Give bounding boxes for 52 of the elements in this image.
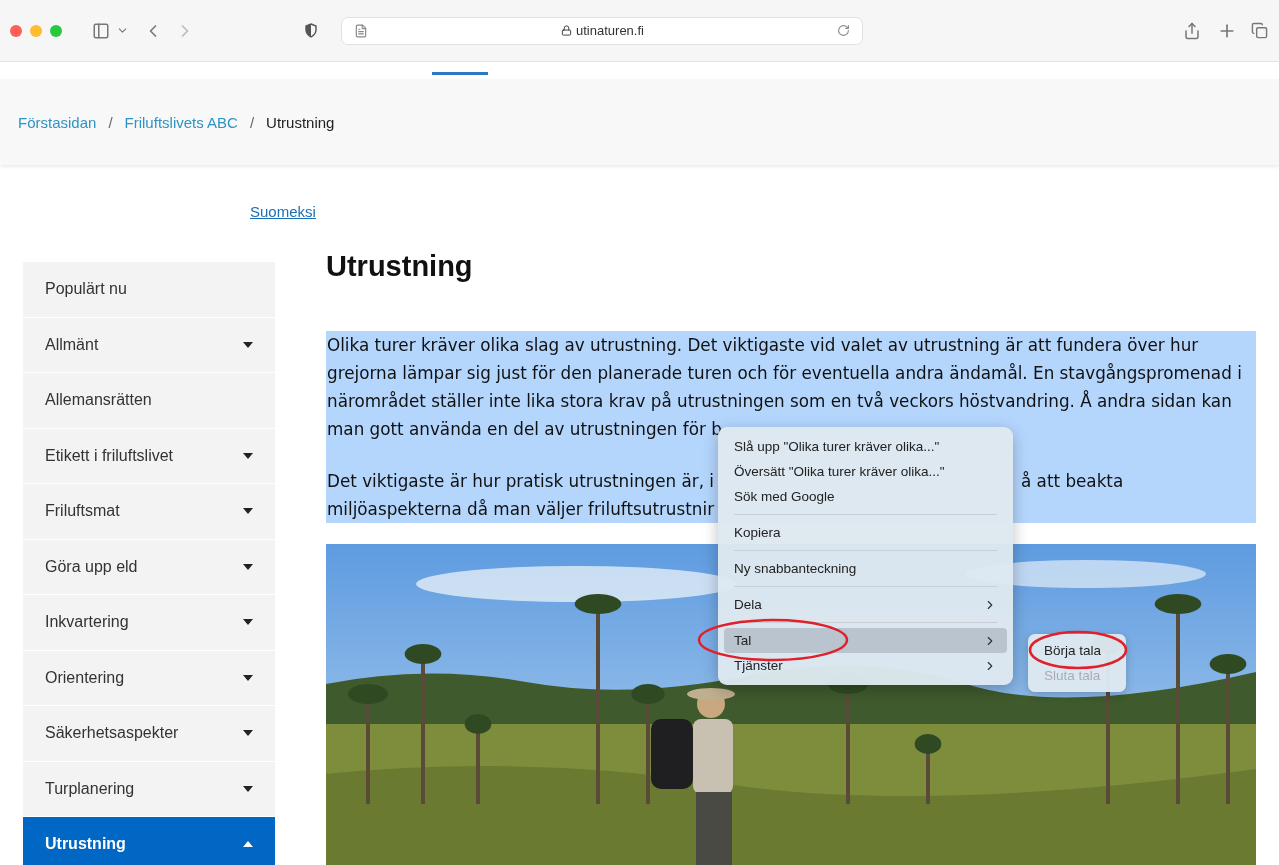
menu-item[interactable]: Översätt "Olika turer kräver olika..." [724,459,1007,484]
reload-icon[interactable] [837,24,850,37]
menu-item[interactable]: Tjänster [724,653,1007,678]
caret-down-icon [243,508,253,515]
sidebar-item[interactable]: Populärt nu [23,262,275,317]
sidebar-item[interactable]: Friluftsmat [23,484,275,539]
menu-item[interactable]: Dela [724,592,1007,617]
paragraph-text: å att beakta [1021,471,1124,491]
sidebar-item[interactable]: Allmänt [23,317,275,372]
caret-down-icon [243,785,253,792]
sidebar-icon[interactable] [92,21,110,40]
caret-down-icon [243,452,253,459]
menu-item[interactable]: Slå upp "Olika turer kräver olika..." [724,434,1007,459]
url-text: utinaturen.fi [576,23,644,38]
paragraph-text: grejorna lämpar sig just för den planerade turen och för eventuella andra ändamål. En stavgångspromenad i [327,363,1242,383]
paragraph-text: närområdet ställer inte lika stora krav på utrustningen som en två veckors höstvandring. Å andra sidan kan [327,391,1232,411]
tabs-icon[interactable] [1251,22,1268,39]
page-title: Utrustning [326,249,474,284]
menu-item[interactable]: Ny snabbanteckning [724,556,1007,581]
sidebar-item[interactable]: Utrustning [23,817,275,865]
menu-item[interactable]: Sök med Google [724,484,1007,509]
menu-item[interactable]: Kopiera [724,520,1007,545]
shield-icon[interactable] [305,23,317,38]
caret-down-icon [243,674,253,681]
sidebar-item[interactable]: Inkvartering [23,595,275,650]
sidebar-item[interactable]: Orientering [23,650,275,705]
sidebar-item[interactable]: Säkerhetsaspekter [23,706,275,761]
paragraph-text: Det viktigaste är hur pratisk utrustningen är, i [327,471,714,491]
active-nav-indicator [432,72,488,75]
breadcrumb-separator: / [249,113,255,131]
sidebar-item[interactable]: Turplanering [23,761,275,816]
address-bar[interactable]: utinaturen.fi [341,16,863,45]
reader-icon[interactable] [354,23,368,38]
menu-item[interactable]: Tal [724,628,1007,653]
share-icon[interactable] [1183,21,1201,40]
caret-up-icon [243,841,253,848]
caret-down-icon [243,563,253,570]
caret-down-icon [243,619,253,626]
sidebar-item[interactable]: Etikett i friluftslivet [23,428,275,483]
sidebar-item[interactable]: Göra upp eld [23,539,275,594]
current-page-text: Utrustning [266,113,335,131]
paragraph-text: Olika turer kräver olika slag av utrustning. Det viktigaste vid valet av utrustning är att fundera över hur [327,335,1199,355]
breadcrumb-separator: / [108,113,113,131]
paragraph-text: miljöaspekterna då man väljer friluftsutrustnir [327,499,715,519]
lock-icon [561,25,573,36]
paragraph-text: man gott använda en del av utrustningen för b [327,419,722,439]
caret-down-icon [243,730,253,737]
close-button[interactable] [10,24,22,37]
zoom-button[interactable] [50,24,62,37]
language-link[interactable]: Suomeksi [250,203,316,220]
caret-down-icon [243,341,253,348]
sidebar-item[interactable]: Allemansrätten [23,373,275,428]
